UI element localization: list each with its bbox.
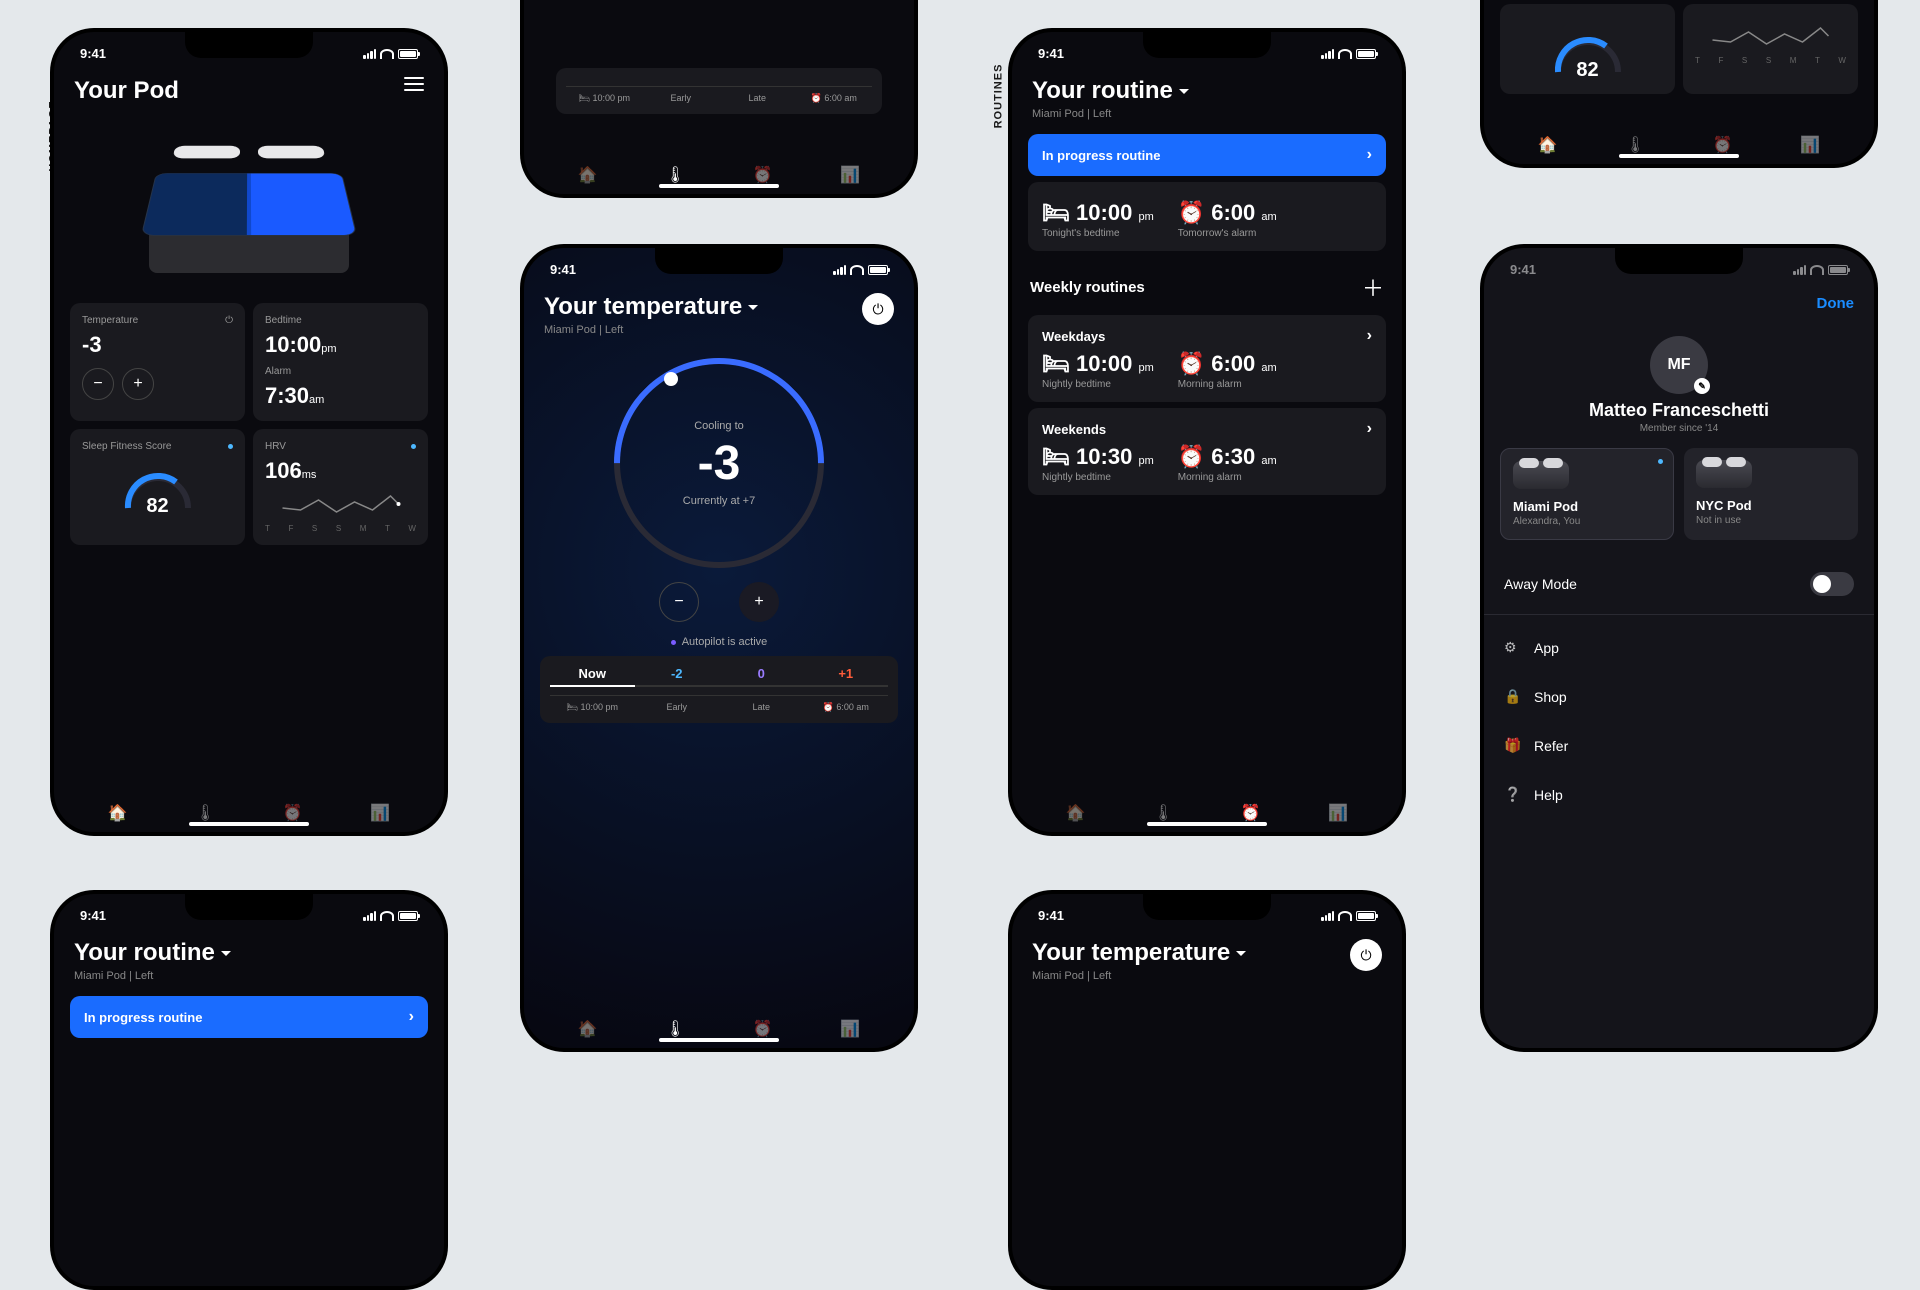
- nav-alarm-icon[interactable]: ⏰: [752, 164, 774, 186]
- status-time: 9:41: [80, 46, 106, 61]
- away-mode-toggle[interactable]: [1810, 572, 1854, 596]
- card-sleep-score[interactable]: Sleep Fitness Score 82: [70, 429, 245, 545]
- nav-temp-icon[interactable]: 🌡: [1624, 134, 1646, 156]
- temp-schedule[interactable]: 🛏 10:00 pmEarlyLate⏰ 6:00 am: [556, 68, 882, 114]
- nav-stats-icon[interactable]: 📊: [839, 164, 861, 186]
- chevron-right-icon: ›: [1367, 420, 1372, 438]
- label-routines: ROUTINES: [992, 64, 1004, 129]
- done-button[interactable]: Done: [1484, 285, 1874, 322]
- nav-stats-icon[interactable]: 📊: [839, 1018, 861, 1040]
- gear-icon: ⚙: [1504, 639, 1520, 656]
- card-temperature[interactable]: Temperature⏻ -3 − +: [70, 303, 245, 421]
- temp-minus-button[interactable]: −: [659, 582, 699, 622]
- pod-card-nyc[interactable]: NYC PodNot in use: [1684, 448, 1858, 540]
- pod-card-miami[interactable]: Miami PodAlexandra, You: [1500, 448, 1674, 540]
- nav-alarm-icon[interactable]: ⏰: [282, 802, 304, 824]
- chevron-down-icon[interactable]: [221, 951, 231, 956]
- nav-home-icon[interactable]: 🏠: [1537, 134, 1559, 156]
- nav-alarm-icon[interactable]: ⏰: [1712, 134, 1734, 156]
- nav-alarm-icon[interactable]: ⏰: [752, 1018, 774, 1040]
- routine-weekdays-card[interactable]: Weekdays› 🛏 10:00 pmNightly bedtime ⏰ 6:…: [1028, 315, 1386, 402]
- chevron-down-icon[interactable]: [1236, 951, 1246, 956]
- nav-home-icon[interactable]: 🏠: [1065, 802, 1087, 824]
- page-title: Your temperature: [544, 293, 758, 321]
- active-dot-icon: [1658, 459, 1663, 464]
- menu-app[interactable]: ⚙App: [1484, 623, 1874, 672]
- temp-schedule-card[interactable]: Now-20+1 🛏 10:00 pmEarlyLate⏰ 6:00 am: [540, 656, 898, 723]
- page-title: Your routine: [74, 939, 231, 967]
- temperature-dial[interactable]: Cooling to -3 Currently at +7: [614, 358, 824, 568]
- nav-temp-icon[interactable]: 🌡: [664, 1018, 686, 1040]
- add-routine-button[interactable]: ＋: [1362, 271, 1384, 303]
- card-schedule[interactable]: Bedtime 10:00pm Alarm 7:30am: [253, 303, 428, 421]
- pod-mattress-image: [144, 133, 354, 283]
- chevron-down-icon[interactable]: [1179, 89, 1189, 94]
- bag-icon: 🔒: [1504, 688, 1520, 705]
- autopilot-status: Autopilot is active: [524, 636, 914, 648]
- menu-shop[interactable]: 🔒Shop: [1484, 672, 1874, 721]
- nav-temp-icon[interactable]: 🌡: [1152, 802, 1174, 824]
- page-title: Your temperature: [1032, 939, 1246, 967]
- temp-plus-button[interactable]: +: [739, 582, 779, 622]
- home-indicator: [189, 822, 309, 826]
- phone-partial-top: 🛏 10:00 pmEarlyLate⏰ 6:00 am 🏠 🌡 ⏰ 📊: [520, 0, 918, 198]
- phone-routine-partial2: 9:41 Your routine Miami Pod | Left In pr…: [50, 890, 448, 1290]
- power-icon[interactable]: ⏻: [225, 315, 233, 326]
- nav-temp-icon[interactable]: 🌡: [664, 164, 686, 186]
- phone-temp-partial2: 9:41 Your temperature Miami Pod | Left ⏻: [1008, 890, 1406, 1290]
- temp-plus-button[interactable]: +: [122, 368, 154, 400]
- card-hrv[interactable]: HRV 106ms TFSSMTW: [253, 429, 428, 545]
- chevron-right-icon: ›: [409, 1008, 414, 1026]
- edit-icon[interactable]: ✎: [1694, 378, 1710, 394]
- member-since: Member since '14: [1484, 423, 1874, 434]
- in-progress-routine-button[interactable]: In progress routine›: [70, 996, 428, 1038]
- in-progress-routine-button[interactable]: In progress routine›: [1028, 134, 1386, 176]
- nav-home-icon[interactable]: 🏠: [577, 1018, 599, 1040]
- nav-stats-icon[interactable]: 📊: [1327, 802, 1349, 824]
- menu-refer[interactable]: 🎁Refer: [1484, 721, 1874, 770]
- routine-weekends-card[interactable]: Weekends› 🛏 10:30 pmNightly bedtime ⏰ 6:…: [1028, 408, 1386, 495]
- menu-help[interactable]: ❔Help: [1484, 770, 1874, 819]
- power-button[interactable]: ⏻: [1350, 939, 1382, 971]
- phone-temperature: 9:41 Your temperature Miami Pod | Left ⏻…: [520, 244, 918, 1052]
- nav-temp-icon[interactable]: 🌡: [194, 802, 216, 824]
- phone-homepage: 9:41 Your Pod Temperature⏻ -3 − + Bedtim…: [50, 28, 448, 836]
- avatar[interactable]: MF✎: [1650, 336, 1708, 394]
- nav-home-icon[interactable]: 🏠: [577, 164, 599, 186]
- routine-today-card: 🛏 10:00 pmTonight's bedtime ⏰ 6:00 amTom…: [1028, 182, 1386, 251]
- profile-name: Matteo Franceschetti: [1484, 400, 1874, 421]
- page-title: Your Pod: [74, 77, 179, 105]
- status-dot-icon: [228, 444, 233, 449]
- menu-icon[interactable]: [404, 77, 424, 91]
- chevron-right-icon: ›: [1367, 146, 1372, 164]
- phone-profile: 9:41 Done MF✎ Matteo Franceschetti Membe…: [1480, 244, 1878, 1052]
- help-icon: ❔: [1504, 786, 1520, 803]
- chevron-right-icon: ›: [1367, 327, 1372, 345]
- nav-alarm-icon[interactable]: ⏰: [1240, 802, 1262, 824]
- nav-stats-icon[interactable]: 📊: [369, 802, 391, 824]
- status-dot-icon: [411, 444, 416, 449]
- gift-icon: 🎁: [1504, 737, 1520, 754]
- temp-minus-button[interactable]: −: [82, 368, 114, 400]
- nav-stats-icon[interactable]: 📊: [1799, 134, 1821, 156]
- page-title: Your routine: [1032, 77, 1189, 105]
- chevron-down-icon[interactable]: [748, 305, 758, 310]
- nav-home-icon[interactable]: 🏠: [107, 802, 129, 824]
- weekly-routines-header: Weekly routines＋: [1012, 257, 1402, 309]
- power-button[interactable]: ⏻: [862, 293, 894, 325]
- phone-homepage-partial: 82 TFSSMTW 🏠🌡⏰📊: [1480, 0, 1878, 168]
- away-mode-row: Away Mode: [1484, 554, 1874, 614]
- phone-routines: 9:41 Your routine Miami Pod | Left In pr…: [1008, 28, 1406, 836]
